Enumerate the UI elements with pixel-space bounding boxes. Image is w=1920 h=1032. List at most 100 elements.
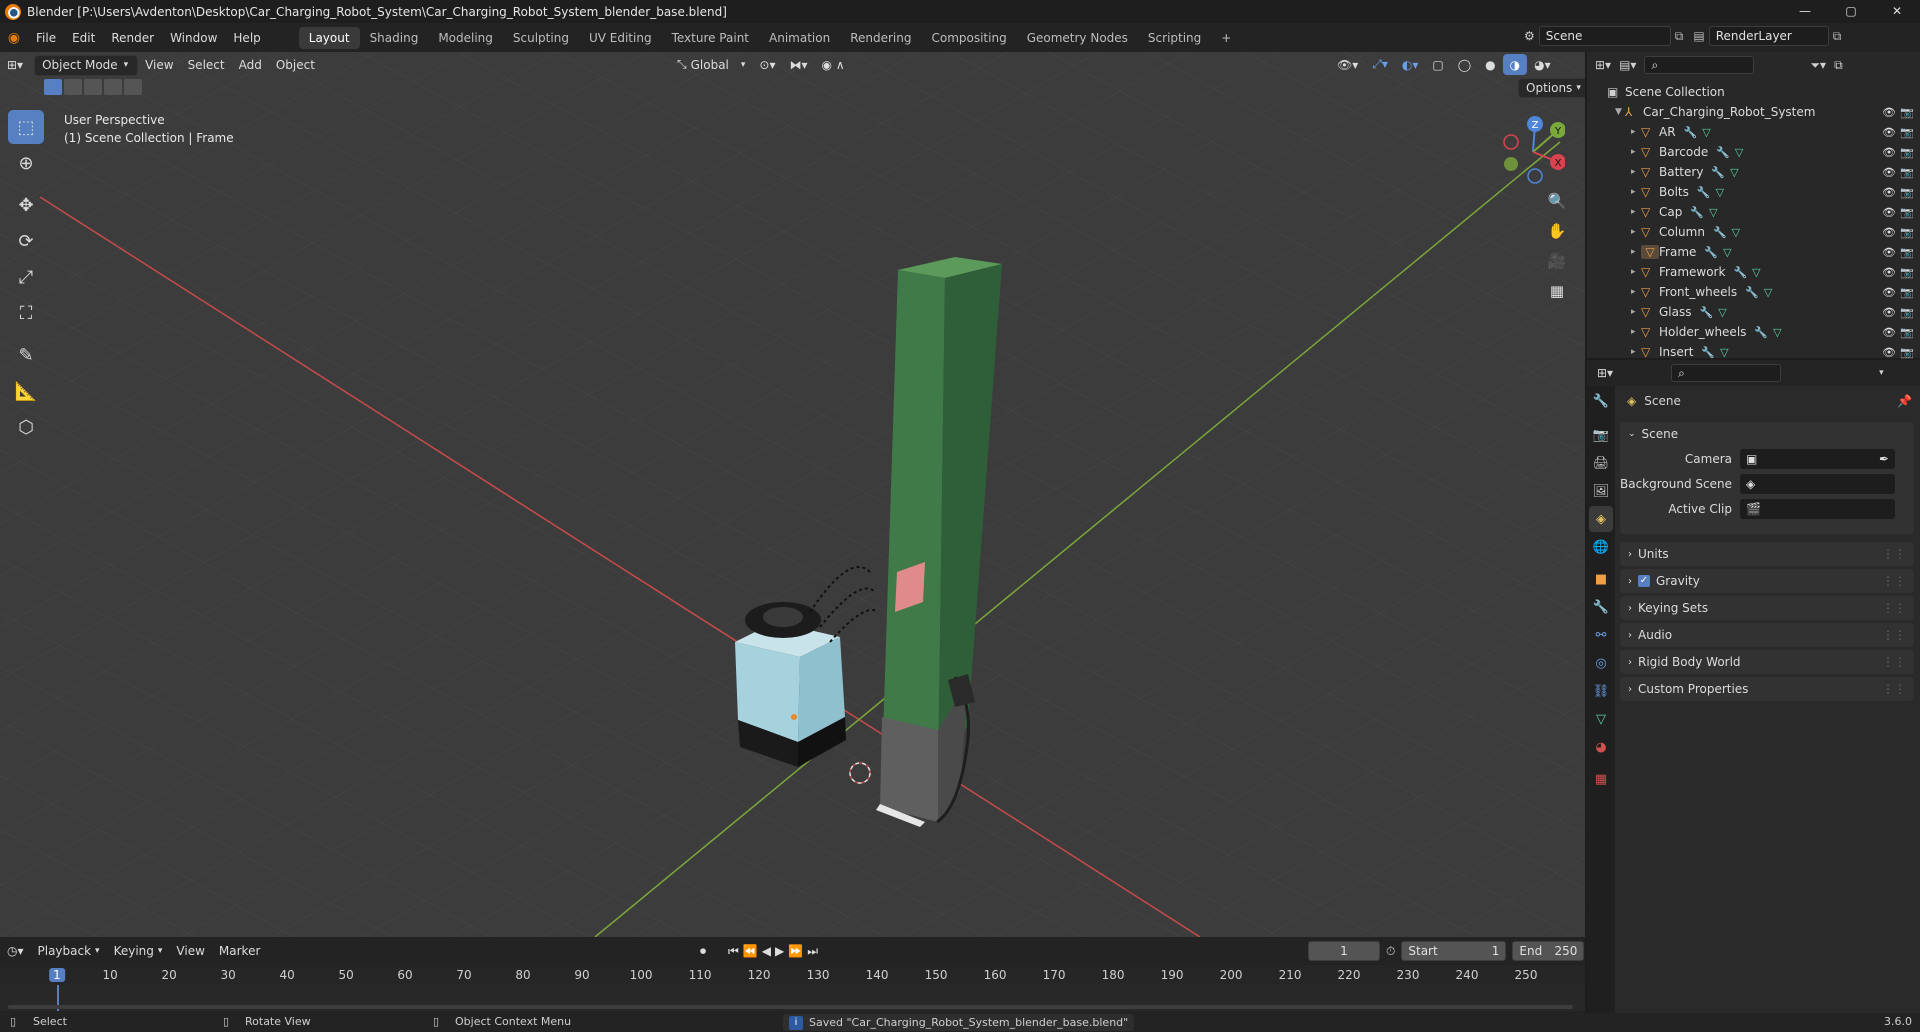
visibility-eye-icon[interactable]: 👁 <box>1882 126 1896 139</box>
scene-tab-icon[interactable]: ◈ <box>1589 506 1613 532</box>
modifier-wrench-icon[interactable]: 🔧 <box>1733 266 1747 279</box>
minimize-button[interactable]: — <box>1782 0 1828 23</box>
cursor-tool-icon[interactable]: ⊕ <box>8 146 44 180</box>
scale-tool-icon[interactable]: ⤢ <box>8 260 44 294</box>
properties-editor-icon[interactable]: ⊞▾ <box>1597 366 1613 380</box>
mesh-data-icon[interactable]: ▽ <box>1764 286 1772 299</box>
render-camera-icon[interactable]: 📷 <box>1900 306 1914 319</box>
modifier-wrench-icon[interactable]: 🔧 <box>1716 146 1730 159</box>
expand-triangle-icon[interactable]: ▸ <box>1631 327 1641 337</box>
expand-triangle-icon[interactable]: ▸ <box>1631 167 1641 177</box>
play-reverse-icon[interactable]: ◀ <box>762 944 771 958</box>
new-collection-icon[interactable]: ⧉ <box>1834 58 1843 73</box>
jump-end-icon[interactable]: ⏭ <box>807 944 818 959</box>
timeline-ruler[interactable]: 1 10 20 30 40 50 60 70 80 90 100 110 120 130 140 150 160… <box>0 965 1585 985</box>
panel-gravity[interactable]: › ✓ Gravity ⋮⋮ <box>1620 569 1914 593</box>
timeline-view-menu[interactable]: View <box>169 941 211 962</box>
tab-rendering[interactable]: Rendering <box>840 27 921 49</box>
options-button[interactable]: Options ▾ <box>1518 78 1585 98</box>
record-icon[interactable]: ⏺ <box>700 944 706 959</box>
move-tool-icon[interactable]: ✥ <box>8 188 44 222</box>
menu-select[interactable]: Select <box>181 55 232 76</box>
select-new-icon[interactable] <box>44 79 62 95</box>
render-camera-icon[interactable]: 📷 <box>1900 286 1914 299</box>
outliner-object-row[interactable]: ▸ ▽ Cap 🔧 ▽ 👁 📷 <box>1607 202 1920 222</box>
panel-rigid-body-world[interactable]: › Rigid Body World ⋮⋮ <box>1620 650 1914 674</box>
play-icon[interactable]: ▶ <box>775 944 784 958</box>
tab-texture-paint[interactable]: Texture Paint <box>662 27 759 49</box>
outliner-object-row[interactable]: ▸ ▽ Barcode 🔧 ▽ 👁 📷 <box>1607 142 1920 162</box>
outliner-object-row[interactable]: ▸ ▽ Insert 🔧 ▽ 👁 📷 <box>1607 342 1920 362</box>
panel-keying-sets[interactable]: › Keying Sets ⋮⋮ <box>1620 596 1914 620</box>
tab-layout[interactable]: Layout <box>298 26 360 49</box>
expand-triangle-icon[interactable]: ▸ <box>1631 247 1641 257</box>
render-camera-icon[interactable]: 📷 <box>1900 186 1914 199</box>
mesh-data-icon[interactable]: ▽ <box>1720 346 1728 359</box>
prev-keyframe-icon[interactable]: ⏪ <box>743 944 758 958</box>
mesh-data-icon[interactable]: ▽ <box>1702 126 1710 139</box>
tab-animation[interactable]: Animation <box>759 27 840 49</box>
particles-tab-icon[interactable]: ⚯ <box>1589 622 1613 648</box>
drag-handle-icon[interactable]: ⋮⋮ <box>1882 601 1906 615</box>
maximize-button[interactable]: ▢ <box>1828 0 1874 23</box>
panel-units[interactable]: › Units ⋮⋮ <box>1620 542 1914 566</box>
tab-scripting[interactable]: Scripting <box>1138 27 1211 49</box>
visibility-eye-icon[interactable]: 👁 <box>1882 306 1896 319</box>
pin-icon[interactable]: 📌 <box>1897 394 1912 408</box>
select-invert-icon[interactable] <box>104 79 122 95</box>
scene-selector[interactable]: Scene <box>1538 26 1671 46</box>
end-frame-field[interactable]: End 250 <box>1512 941 1585 961</box>
measure-tool-icon[interactable]: 📐 <box>8 374 44 408</box>
menu-add[interactable]: Add <box>232 55 269 76</box>
new-scene-icon[interactable]: ⧉ <box>1675 29 1684 44</box>
expand-triangle-icon[interactable]: ▸ <box>1631 207 1641 217</box>
select-intersect-icon[interactable] <box>124 79 142 95</box>
visibility-eye-icon[interactable]: 👁 <box>1882 186 1896 199</box>
xray-icon[interactable]: ▢ <box>1425 54 1450 75</box>
visibility-icon[interactable]: 👁▾ <box>1330 54 1365 75</box>
eyedropper-icon[interactable]: ✒ <box>1879 452 1889 466</box>
object-tab-icon[interactable]: ■ <box>1589 566 1613 592</box>
render-camera-icon[interactable]: 📷 <box>1900 266 1914 279</box>
outliner-object-row[interactable]: ▸ ▽ Column 🔧 ▽ 👁 📷 <box>1607 222 1920 242</box>
keying-menu[interactable]: Keying ▾ <box>107 941 170 962</box>
scene-panel-header[interactable]: ⌄ Scene <box>1620 422 1914 446</box>
panel-custom-properties[interactable]: › Custom Properties ⋮⋮ <box>1620 677 1914 701</box>
menu-render[interactable]: Render <box>103 27 162 49</box>
modifier-wrench-icon[interactable]: 🔧 <box>1754 326 1768 339</box>
shading-solid-icon[interactable]: ● <box>1478 54 1502 75</box>
overlay-icon[interactable]: ◐▾ <box>1395 54 1426 75</box>
expand-triangle-icon[interactable]: ▸ <box>1631 187 1641 197</box>
view-layer-selector[interactable]: RenderLayer <box>1708 26 1829 46</box>
camera-view-icon[interactable]: 🎥 <box>1545 252 1569 276</box>
render-camera-icon[interactable]: 📷 <box>1900 346 1914 359</box>
tab-shading[interactable]: Shading <box>360 27 429 49</box>
mesh-data-icon[interactable]: ▽ <box>1716 186 1724 199</box>
start-frame-field[interactable]: Start 1 <box>1401 941 1507 961</box>
pivot-icon[interactable]: ⊙▾ <box>752 54 782 75</box>
expand-triangle-icon[interactable]: ▸ <box>1631 267 1641 277</box>
mode-dropdown[interactable]: Object Mode ▾ <box>34 54 139 76</box>
perspective-toggle-icon[interactable]: ▦ <box>1545 282 1569 306</box>
menu-edit[interactable]: Edit <box>64 27 103 49</box>
next-keyframe-icon[interactable]: ⏩ <box>788 944 803 958</box>
menu-object[interactable]: Object <box>269 55 322 76</box>
mesh-data-icon[interactable]: ▽ <box>1752 266 1760 279</box>
visibility-eye-icon[interactable]: 👁 <box>1882 146 1896 159</box>
proportional-edit-icon[interactable]: ◉ ∧ <box>815 54 852 75</box>
drag-handle-icon[interactable]: ⋮⋮ <box>1882 547 1906 561</box>
pan-hand-icon[interactable]: ✋ <box>1545 222 1569 246</box>
outliner-editor-icon[interactable]: ⊞▾ <box>1595 58 1611 72</box>
expand-triangle-icon[interactable]: ▸ <box>1631 147 1641 157</box>
outliner-object-row[interactable]: ▸ ▽ Frame 🔧 ▽ 👁 📷 <box>1607 242 1920 262</box>
current-frame-field[interactable]: 1 <box>1308 941 1380 961</box>
shading-rendered-icon[interactable]: ◕▾ <box>1527 54 1558 75</box>
modifier-wrench-icon[interactable]: 🔧 <box>1745 286 1759 299</box>
select-extend-icon[interactable] <box>64 79 82 95</box>
expand-triangle-icon[interactable]: ▸ <box>1631 287 1641 297</box>
outliner-object-row[interactable]: ▸ ▽ Holder_wheels 🔧 ▽ 👁 📷 <box>1607 322 1920 342</box>
zoom-icon[interactable]: 🔍 <box>1545 192 1569 216</box>
annotate-tool-icon[interactable]: ✎ <box>8 338 44 372</box>
marker-menu[interactable]: Marker <box>212 941 267 962</box>
filter-icon[interactable]: ⏷▾ <box>1810 58 1826 73</box>
